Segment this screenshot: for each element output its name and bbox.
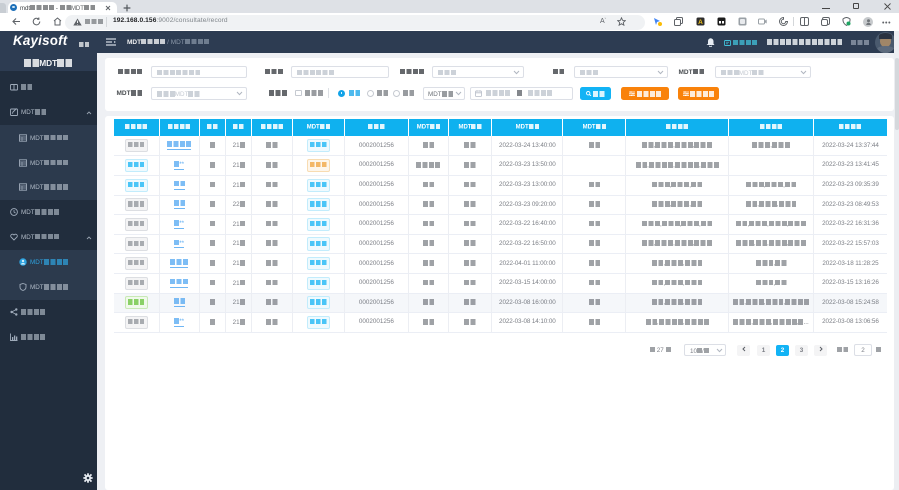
svg-text:A: A bbox=[698, 19, 703, 26]
